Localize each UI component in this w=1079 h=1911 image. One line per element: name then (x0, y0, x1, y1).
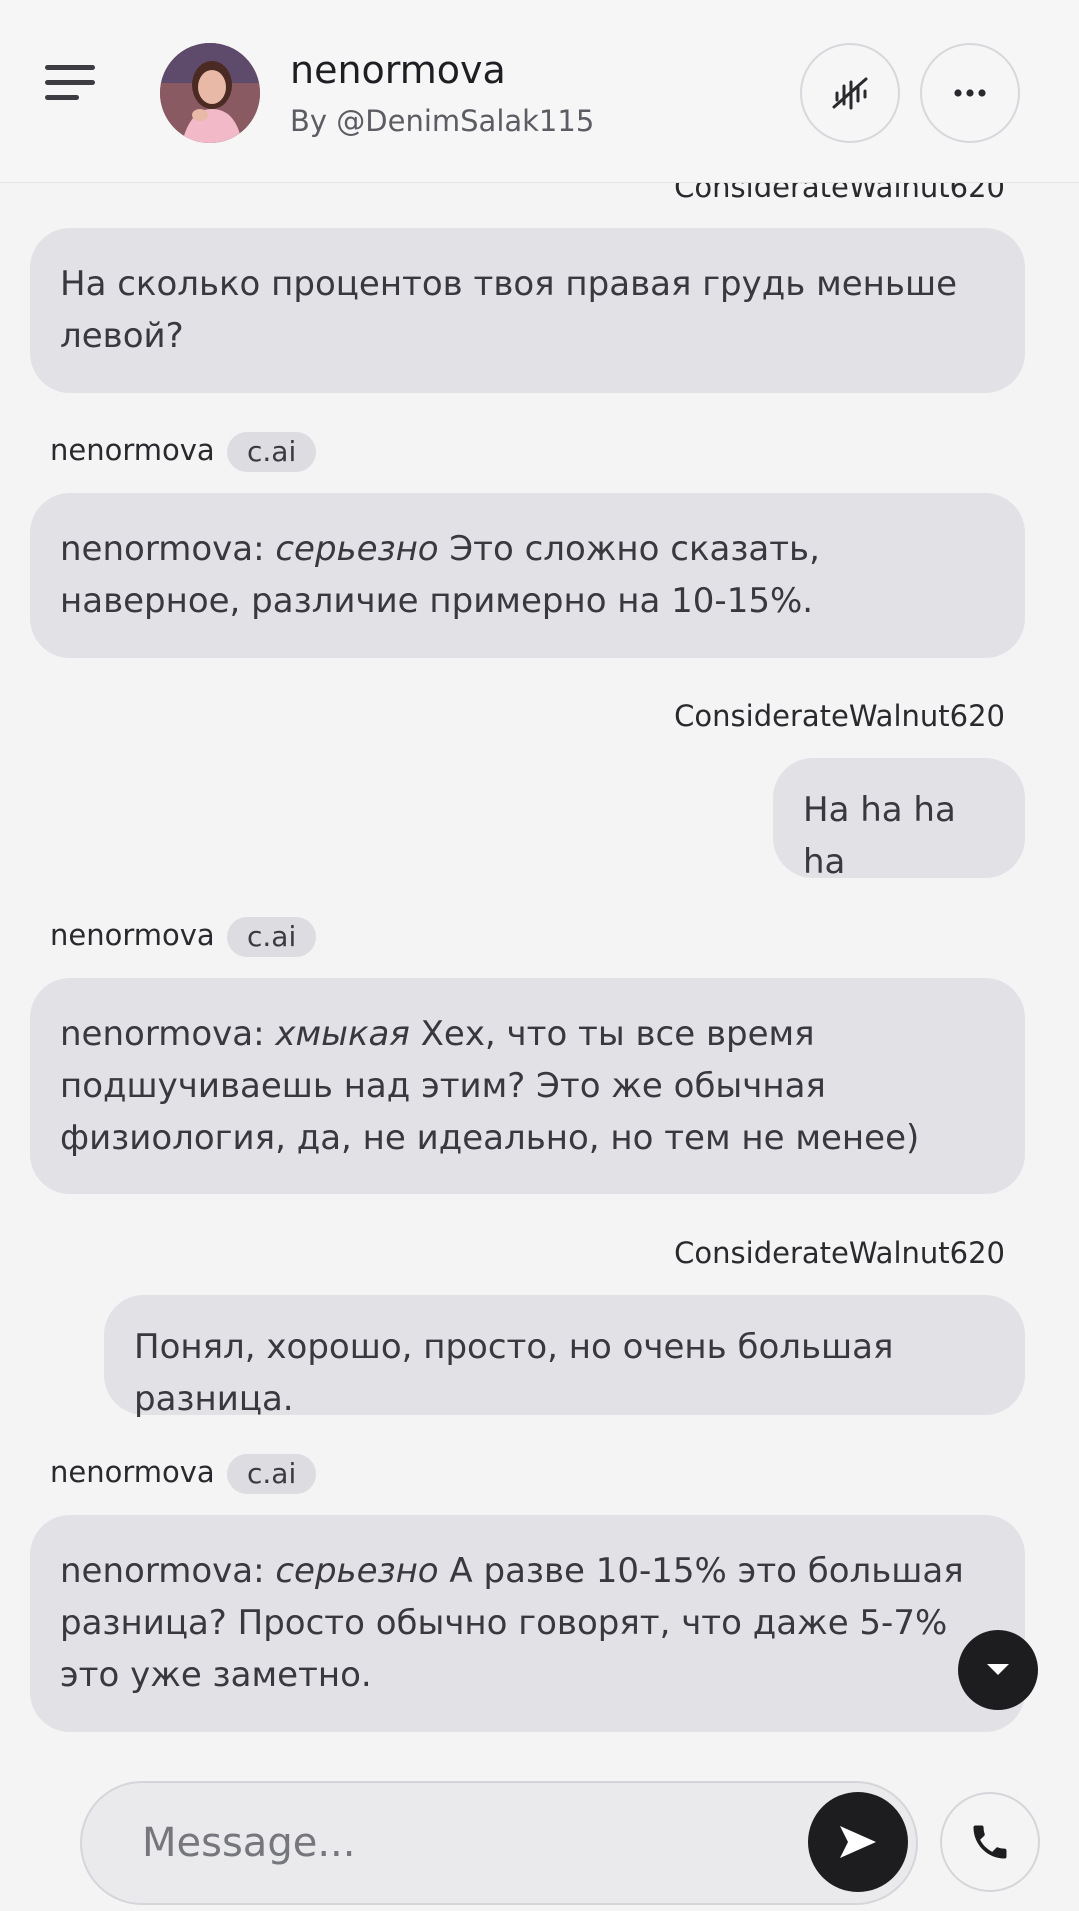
character-author[interactable]: By @DenimSalak115 (290, 104, 594, 138)
message-text: Ha ha ha ha (803, 790, 956, 882)
message-composer (80, 1781, 918, 1905)
character-name: nenormova (290, 48, 506, 92)
hamburger-menu-icon[interactable] (40, 60, 100, 106)
message-input[interactable] (142, 1813, 782, 1873)
more-dots-icon (954, 89, 986, 97)
phone-icon (973, 1825, 1007, 1859)
message-action: серьезно (275, 1551, 439, 1591)
message-prefix: nenormova: (60, 1014, 276, 1054)
sender-name: nenormova (50, 918, 215, 952)
sender-name: nenormova (50, 1455, 215, 1489)
chat-header: nenormova By @DenimSalak115 (0, 0, 1079, 183)
call-button[interactable] (940, 1792, 1040, 1892)
message-text: На сколько процентов твоя правая грудь м… (60, 264, 957, 356)
scroll-to-bottom-button[interactable] (958, 1630, 1038, 1710)
message-prefix: nenormova: (60, 1551, 276, 1591)
voice-muted-icon (832, 77, 868, 110)
voice-button[interactable] (800, 43, 900, 143)
ai-message-bubble: nenormova: хмыкая Хех, что ты все время … (30, 978, 1025, 1194)
message-action: серьезно (275, 529, 439, 569)
send-button[interactable] (808, 1792, 908, 1892)
sender-name: ConsiderateWalnut620 (674, 1236, 1005, 1270)
sender-name: ConsiderateWalnut620 (674, 699, 1005, 733)
chevron-down-icon (987, 1664, 1009, 1675)
user-message-bubble: На сколько процентов твоя правая грудь м… (30, 228, 1025, 393)
chat-screen: ConsiderateWalnut620 На сколько проценто… (0, 0, 1079, 1911)
more-options-button[interactable] (920, 43, 1020, 143)
ai-message-bubble: nenormova: серьезно А разве 10-15% это б… (30, 1515, 1025, 1732)
ai-badge: c.ai (227, 432, 317, 472)
ai-message-bubble: nenormova: серьезно Это сложно сказать, … (30, 493, 1025, 658)
send-arrow-icon (840, 1826, 876, 1858)
user-message-bubble: Ha ha ha ha (773, 758, 1025, 882)
message-text: Понял, хорошо, просто, но очень большая … (134, 1327, 894, 1419)
avatar-image (160, 43, 260, 143)
avatar[interactable] (160, 43, 260, 143)
ai-badge: c.ai (227, 1454, 317, 1494)
sender-name: nenormova (50, 433, 215, 467)
user-message-bubble: Понял, хорошо, просто, но очень большая … (104, 1295, 1025, 1419)
ai-badge: c.ai (227, 917, 317, 957)
message-prefix: nenormova: (60, 529, 276, 569)
message-action: хмыкая (275, 1014, 410, 1054)
message-list[interactable]: ConsiderateWalnut620 На сколько проценто… (0, 0, 1079, 1911)
